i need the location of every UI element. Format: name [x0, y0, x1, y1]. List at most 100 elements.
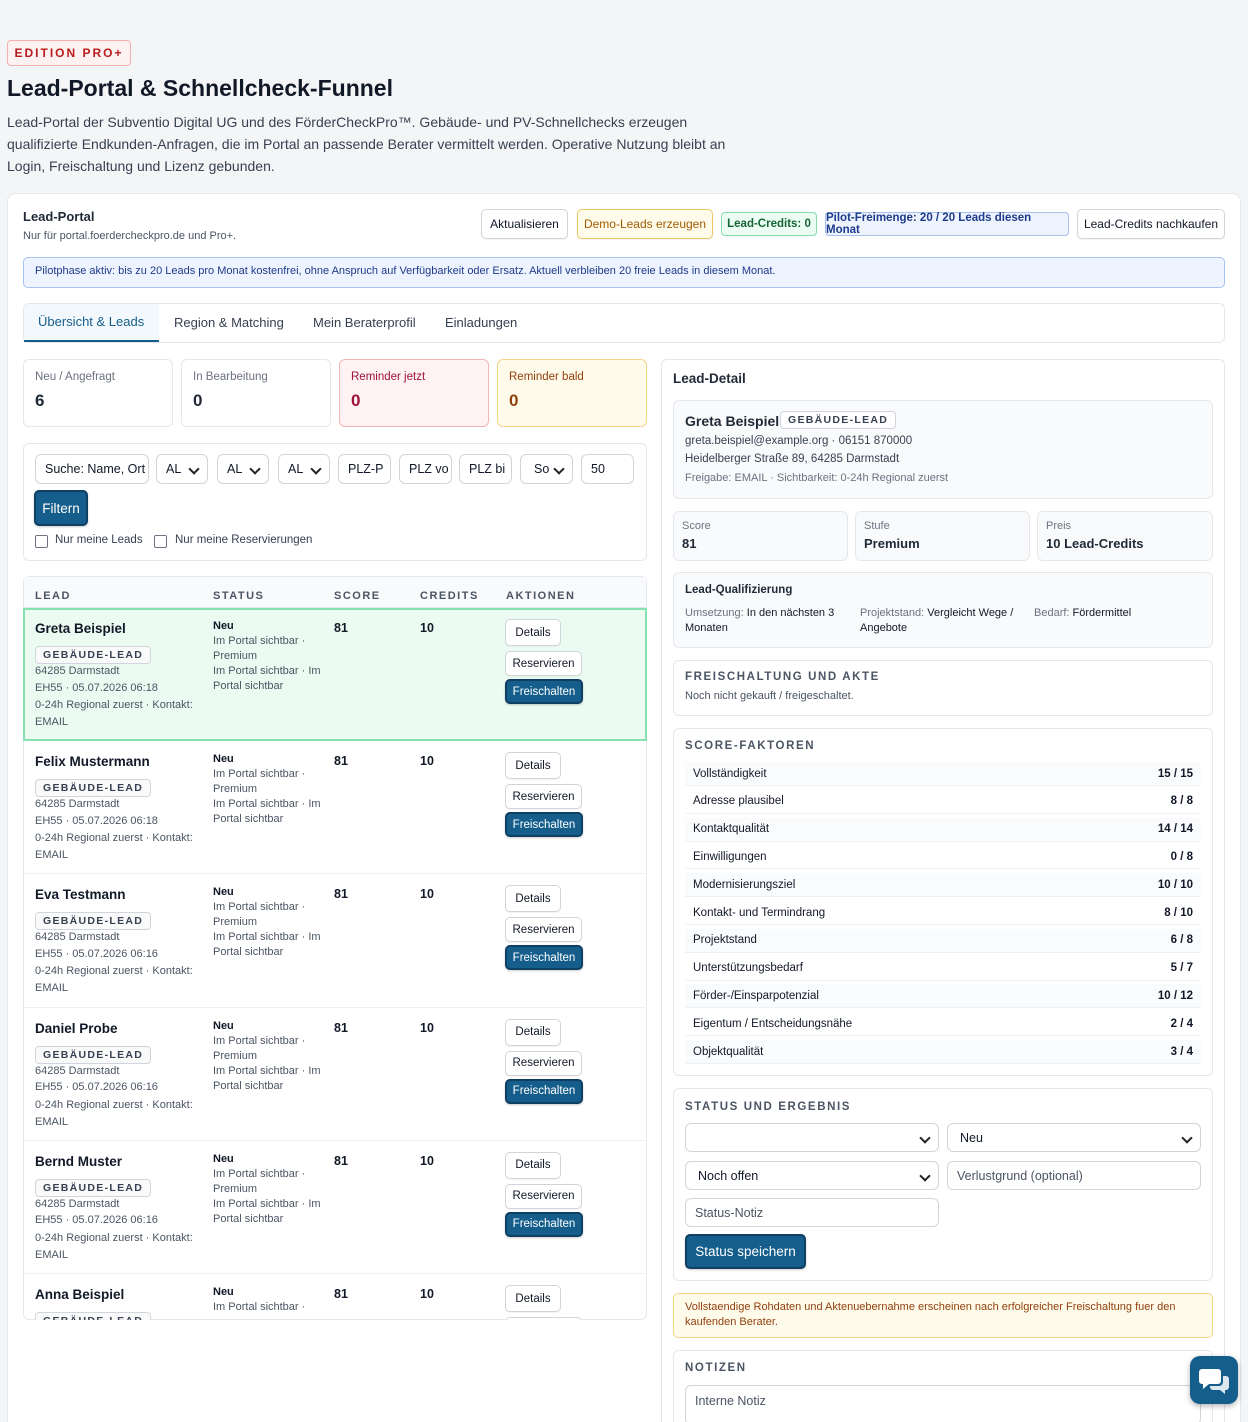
table-row[interactable]: Anna Beispiel GEBÄUDE-LEAD Neu Im Portal si…	[23, 1274, 647, 1320]
status-line: Premium	[213, 650, 258, 662]
factor-value: 10 / 10	[1157, 878, 1193, 891]
stat-value: 0	[351, 391, 361, 410]
score-factors-title: SCORE-FAKTOREN	[685, 740, 816, 752]
outcome-select[interactable]: Noch offen	[685, 1161, 939, 1190]
lead-meta: 64285 Darmstadt EH55 · 05.07.2026 06:16 0-…	[35, 1063, 205, 1131]
details-button[interactable]: Details	[505, 619, 561, 646]
col-score: SCORE	[334, 590, 381, 602]
tab-profile[interactable]: Mein Beraterprofil	[313, 315, 416, 330]
reserve-button[interactable]: Reservieren	[505, 1183, 582, 1209]
unlock-box	[673, 660, 1213, 716]
unlock-text: Noch nicht gekauft / freigeschaltet.	[685, 690, 854, 702]
lead-credits: 10	[420, 1020, 434, 1035]
lead-city: 64285 Darmstadt	[35, 931, 120, 944]
table-row[interactable]: Felix Mustermann GEBÄUDE-LEAD 64285 Darmst…	[23, 741, 647, 875]
status-line: Premium	[213, 783, 258, 796]
qual-label: Projektstand:	[860, 607, 925, 619]
chat-button[interactable]	[1190, 1356, 1238, 1404]
filter-select-2[interactable]: AL	[217, 454, 269, 484]
tab-invitations[interactable]: Einladungen	[445, 315, 517, 330]
lead-tag: GEBÄUDE-LEAD	[35, 646, 152, 664]
save-status-button[interactable]: Status speichern	[685, 1234, 806, 1269]
details-button[interactable]: Details	[505, 885, 561, 913]
reserve-button[interactable]: Reservieren	[505, 917, 582, 943]
qual-value-cont: Angebote	[860, 622, 908, 634]
unlock-button[interactable]: Freischalten	[505, 945, 583, 971]
unlock-button[interactable]: Freischalten	[505, 812, 583, 838]
filter-select-1[interactable]: AL	[156, 454, 208, 484]
unlock-button[interactable]: Freischalten	[505, 1211, 583, 1237]
score-label: Score	[682, 520, 711, 532]
qual-value: Vergleicht Wege /	[927, 607, 1014, 619]
lead-credits: 10	[420, 754, 434, 769]
reserve-button[interactable]: Reservieren	[505, 1317, 582, 1320]
stat-in-progress: In Bearbeitung 0	[181, 359, 331, 427]
qualification-title: Lead-Qualifizierung	[685, 584, 793, 596]
qual-implementation: Umsetzung: In den nächsten 3 Monaten	[685, 606, 850, 636]
refresh-button[interactable]: Aktualisieren	[481, 209, 568, 239]
lead-date: EH55 · 05.07.2026 06:16	[35, 947, 158, 960]
unlock-button[interactable]: Freischalten	[505, 1078, 583, 1104]
table-row[interactable]: Daniel Probe GEBÄUDE-LEAD 64285 Darmstadt E…	[23, 1008, 647, 1141]
status-line: Im Portal sichtbar ·	[213, 901, 306, 914]
status-value: Neu	[213, 1152, 234, 1165]
status-line: Portal sichtbar	[213, 946, 284, 959]
lead-date: EH55 · 05.07.2026 06:18	[35, 681, 158, 694]
status-line: Im Portal sichtbar · Im	[213, 931, 321, 944]
plz-to-input[interactable]: PLZ bi	[459, 454, 512, 484]
lead-score: 81	[334, 887, 348, 902]
reserve-button[interactable]: Reservieren	[505, 784, 582, 810]
factor-label: Projektstand	[693, 934, 757, 947]
status-value: Neu	[213, 1019, 234, 1032]
details-button[interactable]: Details	[505, 1151, 561, 1179]
limit-input[interactable]: 50	[581, 454, 634, 484]
status-note-input[interactable]: Status-Notiz	[685, 1198, 939, 1227]
lead-visibility: 0-24h Regional zuerst · Kontakt:	[35, 965, 193, 978]
reserve-button[interactable]: Reservieren	[505, 1050, 582, 1076]
buy-credits-button[interactable]: Lead-Credits nachkaufen	[1077, 209, 1225, 239]
status-select-phase[interactable]	[685, 1123, 939, 1152]
factor-value: 6 / 8	[1170, 934, 1193, 947]
status-select[interactable]: Neu	[947, 1123, 1201, 1152]
sort-select[interactable]: So	[520, 454, 573, 484]
portal-subtitle: Nur für portal.foerdercheckpro.de und Pr…	[23, 230, 237, 242]
plz-from-input[interactable]: PLZ vo	[399, 454, 452, 484]
factor-value: 5 / 7	[1170, 962, 1193, 975]
status-line: Im Portal sichtbar · Im	[213, 665, 321, 677]
reserve-button[interactable]: Reservieren	[505, 651, 582, 676]
pilot-notice: Pilotphase aktiv: bis zu 20 Leads pro Mo…	[23, 257, 1225, 288]
loss-reason-input[interactable]: Verlustgrund (optional)	[947, 1161, 1201, 1190]
details-button[interactable]: Details	[505, 752, 561, 780]
details-button[interactable]: Details	[505, 1285, 561, 1312]
lead-tag: GEBÄUDE-LEAD	[35, 912, 152, 931]
search-input[interactable]: Suche: Name, Ort	[35, 454, 149, 484]
price-label: Preis	[1046, 520, 1072, 532]
plz-prefix-input[interactable]: PLZ-P	[338, 454, 391, 484]
detail-name: Greta Beispiel	[685, 413, 780, 429]
status-value: Neu	[213, 753, 234, 766]
table-row[interactable]: Eva Testmann GEBÄUDE-LEAD 64285 Darmstadt E…	[23, 874, 647, 1008]
tab-region[interactable]: Region & Matching	[174, 315, 284, 330]
status-line: Im Portal sichtbar · Im	[213, 1064, 321, 1077]
unlock-button[interactable]: Freischalten	[505, 679, 583, 704]
demo-leads-button[interactable]: Demo-Leads erzeugen	[577, 209, 713, 239]
lead-meta: 64285 Darmstadt EH55 · 05.07.2026 06:18 0-…	[35, 663, 205, 731]
filter-select-3[interactable]: AL	[278, 454, 330, 484]
detail-level-box: Stufe Premium	[855, 511, 1030, 561]
details-button[interactable]: Details	[505, 1018, 561, 1046]
lead-meta: 64285 Darmstadt EH55 · 05.07.2026 06:18 0-…	[35, 796, 205, 864]
detail-contact: greta.beispiel@example.org · 06151 87000…	[685, 435, 913, 447]
internal-note-input[interactable]: Interne Notiz	[685, 1385, 1201, 1422]
lead-meta: 64285 Darmstadt EH55 · 05.07.2026 06:16 0-…	[35, 1196, 205, 1264]
status-value: Neu	[213, 1286, 234, 1298]
filter-button[interactable]: Filtern	[34, 490, 88, 526]
col-status: STATUS	[213, 590, 265, 602]
score-value: 81	[682, 536, 697, 551]
lead-name: Anna Beispiel	[35, 1287, 125, 1302]
table-body: Greta Beispiel GEBÄUDE-LEAD 64285 Darmstad…	[23, 608, 647, 1320]
table-row[interactable]: Bernd Muster GEBÄUDE-LEAD 64285 Darmstadt E…	[23, 1141, 647, 1274]
only-reservations-checkbox[interactable]	[154, 535, 167, 548]
only-mine-checkbox[interactable]	[35, 535, 48, 548]
detail-score-box: Score 81	[673, 511, 848, 561]
table-row[interactable]: Greta Beispiel GEBÄUDE-LEAD 64285 Darmstad…	[23, 608, 647, 742]
